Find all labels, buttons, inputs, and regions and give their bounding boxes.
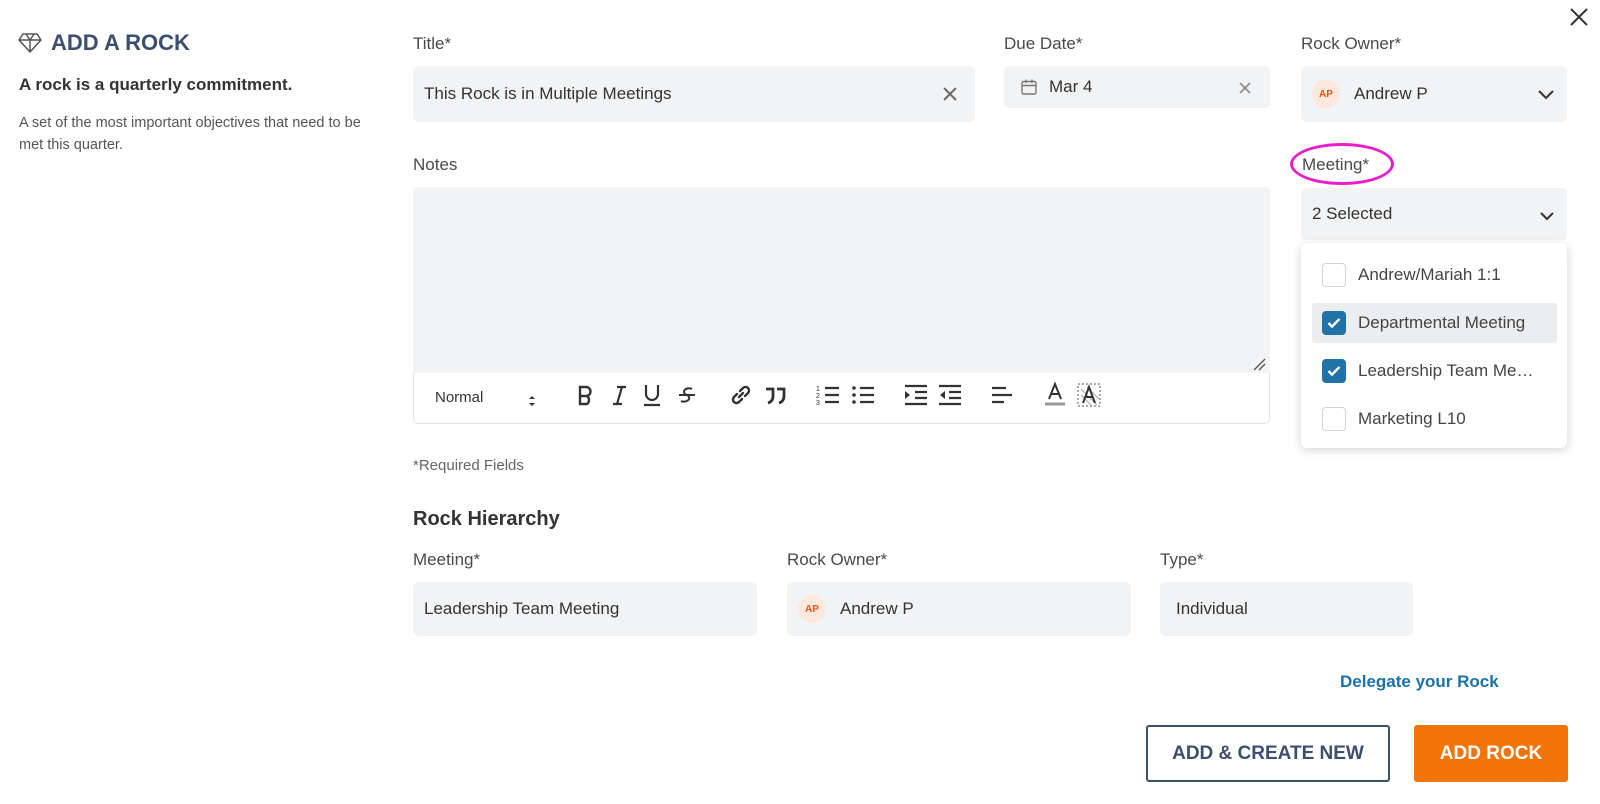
title-input-value: This Rock is in Multiple Meetings (424, 84, 672, 103)
notes-textarea[interactable] (413, 187, 1270, 373)
add-and-create-new-button[interactable]: ADD & CREATE NEW (1146, 725, 1390, 782)
hierarchy-meeting-field[interactable]: Leadership Team Meeting (413, 582, 757, 636)
svg-text:3: 3 (816, 400, 820, 407)
meeting-option-leadership[interactable]: Leadership Team Meeting (1312, 351, 1562, 391)
panel-subtitle: A rock is a quarterly commitment. (19, 75, 293, 94)
due-date-label: Due Date* (1004, 34, 1083, 53)
hierarchy-owner-avatar: AP (798, 595, 826, 623)
underline-icon[interactable] (641, 383, 663, 407)
format-select-value: Normal (435, 389, 484, 406)
title-input[interactable]: This Rock is in Multiple Meetings (413, 66, 975, 122)
rock-hierarchy-heading: Rock Hierarchy (413, 508, 560, 530)
ordered-list-icon[interactable]: 123 (815, 383, 841, 407)
background-color-icon[interactable] (1077, 383, 1101, 407)
hierarchy-meeting-label: Meeting* (413, 550, 481, 569)
notes-label: Notes (413, 155, 458, 174)
checkmark-icon (1327, 318, 1341, 329)
title-clear-icon[interactable] (942, 86, 958, 107)
svg-text:2: 2 (816, 393, 820, 400)
delegate-rock-link[interactable]: Delegate your Rock (1340, 672, 1499, 692)
meeting-chevron-down-icon[interactable] (1539, 209, 1555, 227)
owner-name: Andrew P (1354, 84, 1428, 103)
meeting-option-label: Marketing L10 (1358, 409, 1466, 428)
hierarchy-owner-name: Andrew P (840, 599, 914, 618)
meeting-select-value: 2 Selected (1312, 204, 1393, 223)
meeting-option-andrew-mariah[interactable]: Andrew/Mariah 1:1 (1312, 255, 1562, 295)
required-fields-note: *Required Fields (413, 457, 524, 474)
due-date-value: Mar 4 (1049, 77, 1093, 96)
bullet-list-icon[interactable] (850, 383, 876, 407)
indent-icon[interactable] (903, 383, 929, 407)
meeting-option-marketing[interactable]: Marketing L10 (1312, 399, 1562, 439)
checkbox-unchecked[interactable] (1322, 407, 1346, 431)
owner-chevron-down-icon[interactable] (1537, 88, 1555, 106)
meeting-option-label: Leadership Team Meeting (1358, 361, 1540, 380)
hierarchy-owner-field[interactable]: AP Andrew P (787, 582, 1131, 636)
page-title: ADD A ROCK (51, 30, 190, 55)
hierarchy-type-value: Individual (1176, 599, 1248, 618)
outdent-icon[interactable] (937, 383, 963, 407)
meeting-option-label: Andrew/Mariah 1:1 (1358, 265, 1501, 284)
checkmark-icon (1327, 366, 1341, 377)
meeting-option-label: Departmental Meeting (1358, 313, 1526, 332)
rock-gem-icon (18, 32, 42, 54)
link-icon[interactable] (728, 383, 754, 407)
checkbox-checked[interactable] (1322, 359, 1346, 383)
add-rock-button[interactable]: ADD ROCK (1414, 725, 1568, 782)
hierarchy-meeting-value: Leadership Team Meeting (424, 599, 620, 618)
select-arrows-icon (527, 394, 537, 413)
svg-text:1: 1 (816, 386, 820, 393)
text-color-icon[interactable] (1043, 382, 1067, 407)
hierarchy-type-field[interactable]: Individual (1160, 582, 1413, 636)
rock-owner-select[interactable]: AP Andrew P (1301, 66, 1567, 122)
due-date-input[interactable]: Mar 4 (1004, 66, 1270, 108)
meeting-multiselect[interactable]: 2 Selected (1301, 188, 1567, 240)
calendar-icon (1020, 78, 1038, 96)
meeting-label: Meeting* (1302, 155, 1370, 174)
hierarchy-owner-label: Rock Owner* (787, 550, 888, 569)
strikethrough-icon[interactable] (676, 383, 698, 407)
owner-avatar: AP (1312, 80, 1340, 108)
close-icon[interactable] (1568, 6, 1590, 28)
bold-icon[interactable] (574, 383, 596, 407)
rock-owner-label: Rock Owner* (1301, 34, 1402, 53)
hierarchy-type-label: Type* (1160, 550, 1204, 569)
checkbox-unchecked[interactable] (1322, 263, 1346, 287)
meeting-option-departmental[interactable]: Departmental Meeting (1312, 303, 1562, 343)
checkbox-checked[interactable] (1322, 311, 1346, 335)
title-label: Title* (413, 34, 452, 53)
quote-icon[interactable] (763, 383, 787, 407)
align-icon[interactable] (990, 383, 1014, 407)
italic-icon[interactable] (608, 383, 630, 407)
panel-description: A set of the most important objectives t… (19, 115, 361, 153)
due-date-clear-icon[interactable] (1238, 81, 1252, 100)
